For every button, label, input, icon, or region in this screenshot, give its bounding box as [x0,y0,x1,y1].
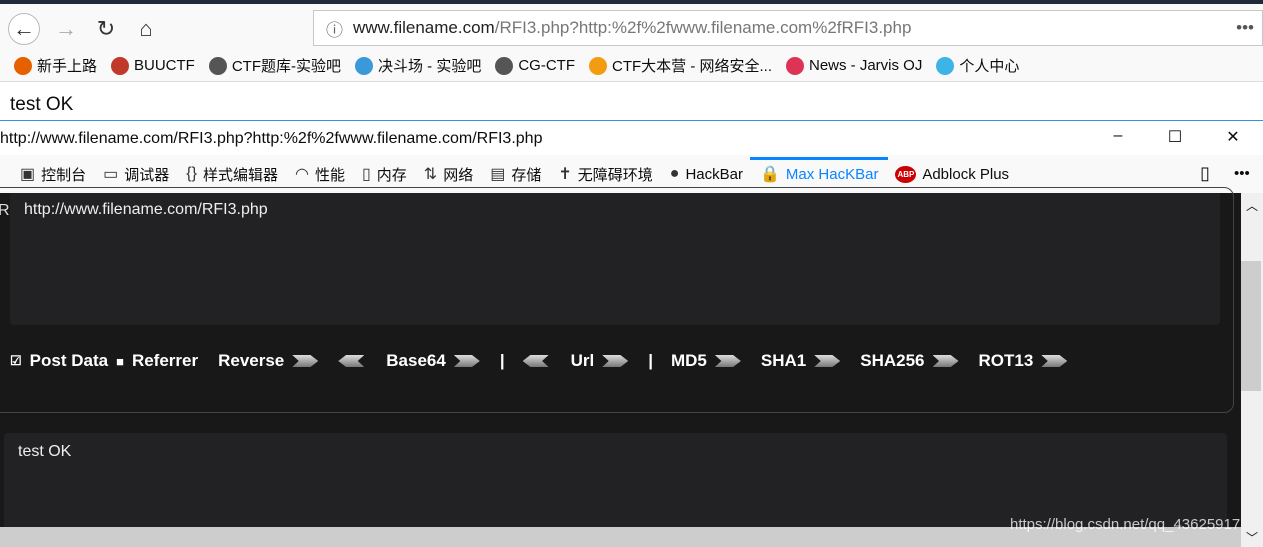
responsive-design-icon[interactable]: ▯ [1200,163,1210,184]
title-strip [0,0,1263,4]
bookmark-item[interactable]: CG-CTF [495,56,575,75]
watermark: https://blog.csdn.net/qq_43625917 [1010,516,1241,533]
tab-label: 控制台 [41,166,87,184]
minimize-button[interactable]: – [1103,127,1133,145]
url-textarea[interactable]: http://www.filename.com/RFI3.php [10,193,1220,325]
url-bar[interactable]: ⓘ www.filename.com/RFI3.php?http:%2f%2fw… [313,10,1263,46]
bookmark-favicon-icon [14,56,32,75]
tab-label: Adblock Plus [922,165,1010,183]
base64-button: Base64 [386,351,446,370]
close-button[interactable]: ✕ [1218,127,1248,147]
separator: | [648,351,653,370]
bookmark-item[interactable]: News - Jarvis OJ [786,56,923,75]
tab-icon: 🔒 [759,166,780,183]
page-actions-icon[interactable]: ••• [1236,18,1254,38]
home-button[interactable]: ⌂ [130,13,162,45]
tab-icon: ▭ [103,166,119,183]
sha256-chevron-icon[interactable] [932,355,959,367]
md5-chevron-icon[interactable] [714,355,741,367]
url-path: /RFI3.php?http:%2f%2fwww.filename.com%2f… [494,18,912,37]
tab-icon: ▯ [361,166,371,183]
bookmark-favicon-icon [589,56,607,75]
bookmark-label: CTF大本营 - 网络安全... [612,58,772,75]
rot13-chevron-icon[interactable] [1041,355,1068,367]
bookmark-favicon-icon [936,56,955,75]
sha1-chevron-icon[interactable] [814,355,841,367]
referrer-checkbox[interactable]: ■ [116,354,124,369]
tab-icon: ● [669,165,680,182]
tab-icon: ABP [895,165,917,183]
bookmark-label: 决斗场 - 实验吧 [378,58,482,75]
bookmark-item[interactable]: CTF题库-实验吧 [208,55,341,76]
tab-label: 调试器 [124,166,170,184]
devtools-window: http://www.filename.com/RFI3.php?http:%2… [0,120,1263,547]
tab-label: 性能 [314,166,345,184]
devtools-title: http://www.filename.com/RFI3.php?http:%2… [0,130,543,147]
bookmark-label: BUUCTF [134,57,195,74]
bookmark-label: 新手上路 [37,58,98,75]
base64-encode-icon[interactable] [453,355,480,367]
bookmarks-toolbar: 新手上路 BUUCTF CTF题库-实验吧 决斗场 - 实验吧 CG-CTF CTF大本营… [0,50,1263,82]
hackbar-options: ☑ Post Data ■ Referrer Reverse Base64 | … [10,351,1087,371]
bookmark-favicon-icon [495,56,514,75]
tab-icon: ◠ [294,166,309,183]
reverse-chevron-icon[interactable] [292,355,319,367]
bookmark-favicon-icon [208,56,227,75]
bookmark-item[interactable]: BUUCTF [111,56,195,75]
bookmark-label: CTF题库-实验吧 [231,58,341,75]
bookmark-favicon-icon [786,56,804,75]
tab-icon: ✝ [558,166,572,183]
page-text: test OK [10,94,74,115]
bookmark-item[interactable]: CTF大本营 - 网络安全... [589,55,772,76]
reload-button[interactable]: ↻ [90,13,122,45]
bookmark-item[interactable]: 个人中心 [936,55,1019,76]
bookmark-label: News - Jarvis OJ [809,57,923,74]
forward-button[interactable]: → [50,13,82,45]
sha1-button[interactable]: SHA1 [761,351,806,371]
scrollbar-thumb[interactable] [1241,261,1261,391]
bookmark-favicon-icon [111,56,130,75]
bookmark-item[interactable]: 决斗场 - 实验吧 [355,55,481,76]
info-icon: ⓘ [326,20,343,40]
url-decode-icon[interactable] [522,355,549,367]
bookmark-label: CG-CTF [518,57,575,74]
devtools-titlebar: http://www.filename.com/RFI3.php?http:%2… [0,121,1263,155]
url-textarea-value: http://www.filename.com/RFI3.php [24,201,268,218]
tab-label: Max HacKBar [785,165,879,183]
md5-button[interactable]: MD5 [671,351,707,371]
tab-label: 无障碍环境 [577,166,653,184]
sha256-button[interactable]: SHA256 [860,351,924,371]
post-data-checkbox[interactable]: ☑ [10,353,22,369]
tab-label: 内存 [376,166,407,184]
tab-label: 网络 [443,166,474,184]
url-button: Url [570,351,595,370]
tab-label: 存储 [511,166,542,184]
url-host: www.filename.com [353,18,495,37]
bookmark-label: 个人中心 [959,58,1020,75]
tab-icon: ▣ [20,166,36,183]
bookmark-item[interactable]: 新手上路 [14,55,97,76]
tab-label: 样式编辑器 [202,166,278,184]
more-options-icon[interactable]: ••• [1234,165,1250,182]
page-content: test OK [0,82,1263,120]
base64-decode-icon[interactable] [338,355,365,367]
reverse-button[interactable]: Reverse [218,351,284,371]
tab-icon: ⇅ [423,166,438,183]
result-text: test OK [18,443,72,460]
rot13-button[interactable]: ROT13 [979,351,1034,371]
referrer-label[interactable]: Referrer [132,351,198,371]
post-data-label[interactable]: Post Data [30,351,108,371]
maximize-button[interactable]: ☐ [1160,127,1190,147]
tab-icon: {} [186,165,197,182]
tab-icon: ▤ [490,166,506,183]
back-button[interactable]: ← [8,13,40,45]
hackbar-panel: RI http://www.filename.com/RFI3.php ☑ Po… [0,187,1241,547]
tab-label: HackBar [685,165,743,183]
separator: | [499,351,505,370]
url-encode-icon[interactable] [602,355,629,367]
bookmark-favicon-icon [355,56,373,75]
